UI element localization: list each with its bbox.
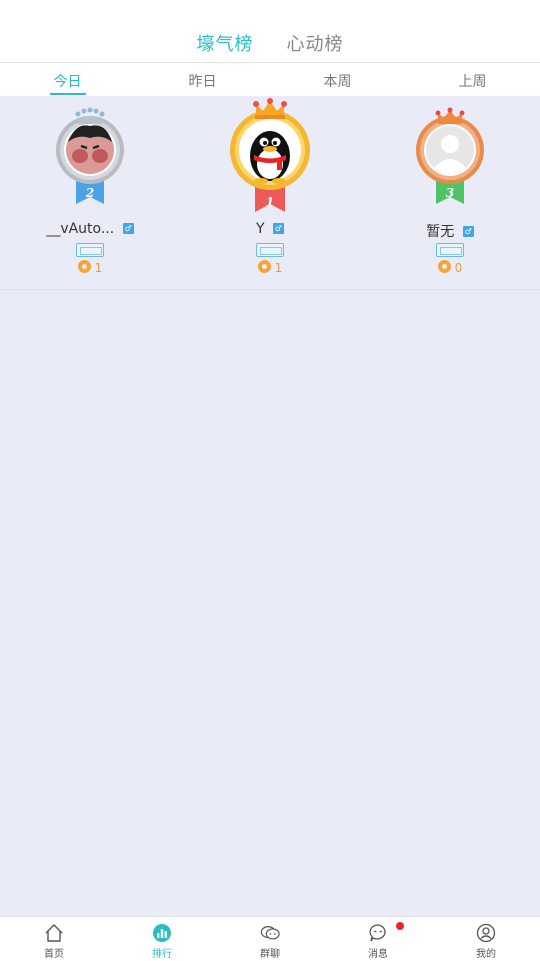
coin-count: 1	[0, 260, 180, 275]
home-icon	[45, 924, 63, 942]
male-icon: ♂	[122, 223, 134, 234]
user-name-row: 暂无 ♂	[360, 221, 540, 241]
male-icon: ♂	[273, 223, 284, 234]
nav-profile-label: 我的	[476, 949, 496, 960]
message-icon	[369, 924, 386, 942]
profile-icon	[476, 923, 496, 943]
coin-icon	[257, 260, 271, 273]
bottom-navigation: 首页 排行 群聊 消息 我的	[0, 916, 540, 961]
tab-yesterday[interactable]: 昨日	[135, 63, 270, 96]
nav-group-chat[interactable]: 群聊	[216, 917, 324, 961]
gold-medal-avatar: 1	[230, 98, 310, 212]
coin-value: 0	[454, 261, 463, 275]
nav-home[interactable]: 首页	[0, 917, 108, 961]
coin-count: 0	[360, 260, 540, 275]
nav-home-label: 首页	[44, 949, 64, 960]
rank-number: 3	[446, 186, 454, 200]
bronze-medal-avatar: 3	[416, 107, 484, 204]
crown-icon	[435, 107, 465, 124]
coin-count: 1	[180, 260, 360, 275]
default-user-avatar	[426, 126, 474, 174]
level-badge	[76, 243, 104, 257]
tab-heart-ranking[interactable]: 心动榜	[287, 30, 344, 56]
top-header: 壕气榜 心动榜 今日 昨日 本周 上周	[0, 0, 540, 96]
user-name: __vAuto...	[46, 221, 115, 237]
crown-icon	[253, 98, 287, 119]
coin-value: 1	[274, 261, 283, 275]
level-badge	[256, 243, 284, 257]
level-badge	[436, 243, 464, 257]
unread-badge	[396, 922, 404, 930]
nav-group-chat-label: 群聊	[260, 949, 280, 960]
coin-icon	[77, 260, 91, 273]
tab-this-week[interactable]: 本周	[270, 63, 405, 96]
user-name: 暂无	[426, 224, 455, 240]
nav-messages-label: 消息	[368, 949, 388, 960]
period-tabs: 今日 昨日 本周 上周	[0, 63, 540, 96]
silver-medal-avatar: 2	[56, 107, 124, 204]
user-name-row: __vAuto... ♂	[0, 221, 180, 237]
coin-icon	[437, 260, 451, 273]
tab-today[interactable]: 今日	[0, 63, 135, 96]
rank-number: 1	[266, 195, 274, 209]
tab-last-week[interactable]: 上周	[405, 63, 540, 96]
user-name-row: Y ♂	[180, 221, 360, 237]
nav-profile[interactable]: 我的	[432, 917, 540, 961]
podium: 2 __vAuto... ♂ 1 1 Y ♂ 1 3 暂无 ♂ 0	[0, 96, 540, 290]
male-icon: ♂	[462, 226, 474, 237]
user-name: Y	[255, 221, 265, 237]
nav-messages[interactable]: 消息	[324, 917, 432, 961]
tab-wealth-ranking[interactable]: 壕气榜	[196, 30, 253, 56]
nav-ranking-label: 排行	[152, 949, 172, 960]
rank-number: 2	[85, 186, 94, 200]
ranking-type-tabs: 壕气榜 心动榜	[0, 30, 540, 56]
ranking-icon	[153, 924, 171, 942]
coin-value: 1	[94, 261, 103, 275]
nav-ranking[interactable]: 排行	[108, 917, 216, 961]
group-chat-icon	[260, 926, 280, 940]
